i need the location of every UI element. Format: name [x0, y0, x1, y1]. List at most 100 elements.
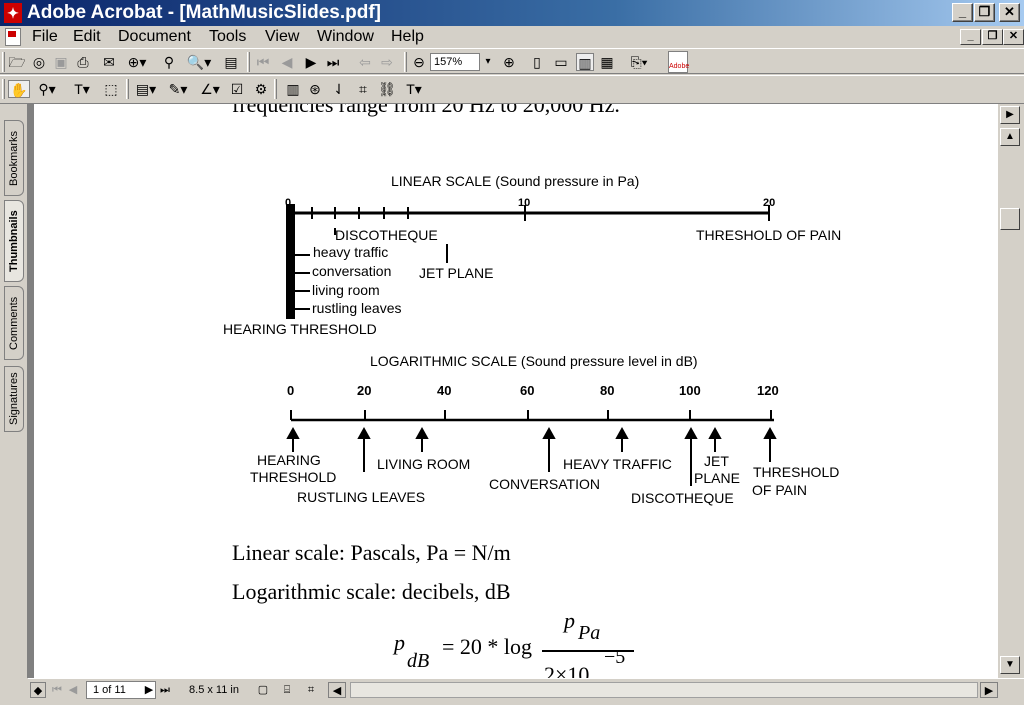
pencil-tool-icon[interactable]: ✎▾: [164, 80, 192, 98]
status-next-page-icon[interactable]: ▶: [142, 682, 156, 698]
doc-minimize-button[interactable]: _: [960, 29, 981, 45]
crop-tool-icon[interactable]: ⌗: [354, 80, 372, 98]
hand-tool-icon[interactable]: ✋: [8, 80, 30, 98]
touchup-text-icon[interactable]: T▾: [400, 80, 428, 98]
web-icon[interactable]: ◎: [30, 53, 48, 71]
scroll-up-icon[interactable]: ▲: [1000, 128, 1020, 146]
toolbar-grip[interactable]: [2, 52, 5, 72]
rotate-icon[interactable]: ⎘▾: [624, 53, 654, 71]
note-tool-icon[interactable]: ▤▾: [132, 80, 160, 98]
log-disco: DISCOTHEQUE: [631, 490, 734, 506]
doc-restore-button[interactable]: ❐: [982, 29, 1003, 45]
next-page-icon[interactable]: ▶: [302, 53, 320, 71]
minimize-button[interactable]: _: [952, 3, 973, 22]
linear-rustling: rustling leaves: [312, 300, 402, 316]
menu-tools[interactable]: Tools: [209, 27, 246, 47]
toolbar-main: 🗁 ◎ ▣ ⎙ ✉ ⊕▾ ⚲ 🔍▾ ▤ ⏮ ◀ ▶ ⏭ ⇦ ⇨ ⊖ 157% ▾…: [0, 48, 1024, 74]
acrobat-icon: ✦: [4, 3, 22, 23]
zoom-input[interactable]: 157%: [430, 53, 480, 71]
navigation-pane-icon[interactable]: ▤: [222, 53, 240, 71]
send-icon[interactable]: ⊕▾: [124, 53, 150, 71]
toolbar-separator: [126, 79, 129, 99]
text-select-icon[interactable]: T▾: [68, 80, 96, 98]
close-button[interactable]: ✕: [999, 3, 1020, 22]
actual-size-icon[interactable]: ▯: [528, 53, 546, 71]
document-icon[interactable]: [5, 28, 21, 46]
arrow-hearing-head: [286, 426, 300, 439]
split-icon[interactable]: ◆: [30, 682, 46, 698]
log-jet-1: JET: [704, 453, 729, 469]
menu-view[interactable]: View: [265, 27, 299, 47]
menu-window[interactable]: Window: [317, 27, 374, 47]
open-icon[interactable]: 🗁: [8, 53, 26, 71]
print-icon[interactable]: ⎙: [74, 53, 92, 71]
fit-page-icon[interactable]: ▭: [552, 53, 570, 71]
log-pain-2: OF PAIN: [752, 482, 807, 498]
find-icon[interactable]: ⚲: [160, 53, 178, 71]
log-title: LOGARITHMIC SCALE (Sound pressure level …: [370, 353, 698, 369]
toolbar-tools: ✋ ⚲▾ T▾ ⬚ ▤▾ ✎▾ ∠▾ ☑ ⚙ ▥ ⊛ ⇃ ⌗ ⛓ T▾: [0, 75, 1024, 104]
formula-p: p: [394, 630, 405, 655]
tab-bookmarks[interactable]: Bookmarks: [4, 120, 24, 196]
menu-bar: File Edit Document Tools View Window Hel…: [0, 26, 1024, 48]
status-prev-page-icon[interactable]: ◀: [66, 682, 80, 698]
arrow-jet-head: [708, 426, 722, 439]
linear-living-room: living room: [312, 282, 380, 298]
arrow-pain-head: [763, 426, 777, 439]
menu-help[interactable]: Help: [391, 27, 424, 47]
zoom-dropdown-icon[interactable]: ▾: [482, 53, 494, 71]
adobe-logo[interactable]: Adobe: [668, 51, 689, 73]
highlight-tool-icon[interactable]: ∠▾: [196, 80, 224, 98]
linear-scale-text: Linear scale: Pascals, Pa = N/m: [232, 540, 511, 565]
tab-comments[interactable]: Comments: [4, 286, 24, 360]
formula-sub-db: dB: [407, 650, 430, 672]
save-icon[interactable]: ▣: [52, 53, 70, 71]
arrow-living-head: [415, 426, 429, 439]
vertical-scrollbar[interactable]: ▶ ▲ ▼: [998, 104, 1024, 678]
link-chain-icon[interactable]: ⛓: [378, 80, 396, 98]
menu-file[interactable]: File: [32, 27, 58, 47]
menu-document[interactable]: Document: [118, 27, 191, 47]
link-tool-icon[interactable]: ⚙: [252, 80, 270, 98]
scroll-thumb[interactable]: [1000, 208, 1020, 230]
arrow-conversation-head: [542, 426, 556, 439]
zoom-tool-icon[interactable]: ⚲▾: [34, 80, 60, 98]
horizontal-scrollbar[interactable]: [350, 682, 978, 698]
sound-scales-figure: LINEAR SCALE (Sound pressure in Pa) 0 10…: [223, 173, 841, 506]
email-icon[interactable]: ✉: [100, 53, 118, 71]
fit-visible-icon[interactable]: ▦: [598, 53, 616, 71]
scroll-right-icon[interactable]: ▶: [1000, 106, 1020, 124]
graphics-select-icon[interactable]: ⬚: [102, 80, 120, 98]
single-page-icon[interactable]: ▢: [256, 682, 270, 698]
crop-arrow-icon[interactable]: ⇃: [330, 80, 348, 98]
previous-page-icon[interactable]: ◀: [278, 53, 296, 71]
doc-close-button[interactable]: ✕: [1003, 29, 1024, 45]
linear-title: LINEAR SCALE (Sound pressure in Pa): [391, 173, 639, 189]
acrobat-window: ✦ Adobe Acrobat - [MathMusicSlides.pdf] …: [0, 0, 1024, 705]
first-page-icon[interactable]: ⏮: [254, 53, 272, 71]
search-icon[interactable]: 🔍▾: [184, 53, 214, 71]
last-page-icon[interactable]: ⏭: [324, 53, 342, 71]
go-back-icon[interactable]: ⇦: [356, 53, 374, 71]
hscroll-right-icon[interactable]: ▶: [980, 682, 998, 698]
menu-edit[interactable]: Edit: [73, 27, 101, 47]
zoom-out-icon[interactable]: ⊖: [410, 53, 428, 71]
tab-signatures[interactable]: Signatures: [4, 366, 24, 432]
arrow-rustling-head: [357, 426, 371, 439]
form-tool-icon[interactable]: ☑: [228, 80, 246, 98]
scroll-down-icon[interactable]: ▼: [1000, 656, 1020, 674]
hscroll-left-icon[interactable]: ◀: [328, 682, 346, 698]
status-first-page-icon[interactable]: ⏮: [50, 682, 64, 698]
restore-button[interactable]: ❐: [974, 3, 995, 22]
tab-thumbnails[interactable]: Thumbnails: [4, 200, 24, 282]
movie-tool-icon[interactable]: ⊛: [306, 80, 324, 98]
article-tool-icon[interactable]: ▥: [284, 80, 302, 98]
go-forward-icon[interactable]: ⇨: [378, 53, 396, 71]
facing-icon[interactable]: ⌗: [304, 682, 318, 698]
status-last-page-icon[interactable]: ⏭: [158, 682, 172, 698]
continuous-icon[interactable]: ⌸: [280, 682, 294, 698]
linear-hearing-threshold: HEARING THRESHOLD: [223, 321, 377, 337]
fit-width-icon[interactable]: ▥: [576, 53, 594, 71]
zoom-in-icon[interactable]: ⊕: [500, 53, 518, 71]
log-traffic: HEAVY TRAFFIC: [563, 456, 672, 472]
